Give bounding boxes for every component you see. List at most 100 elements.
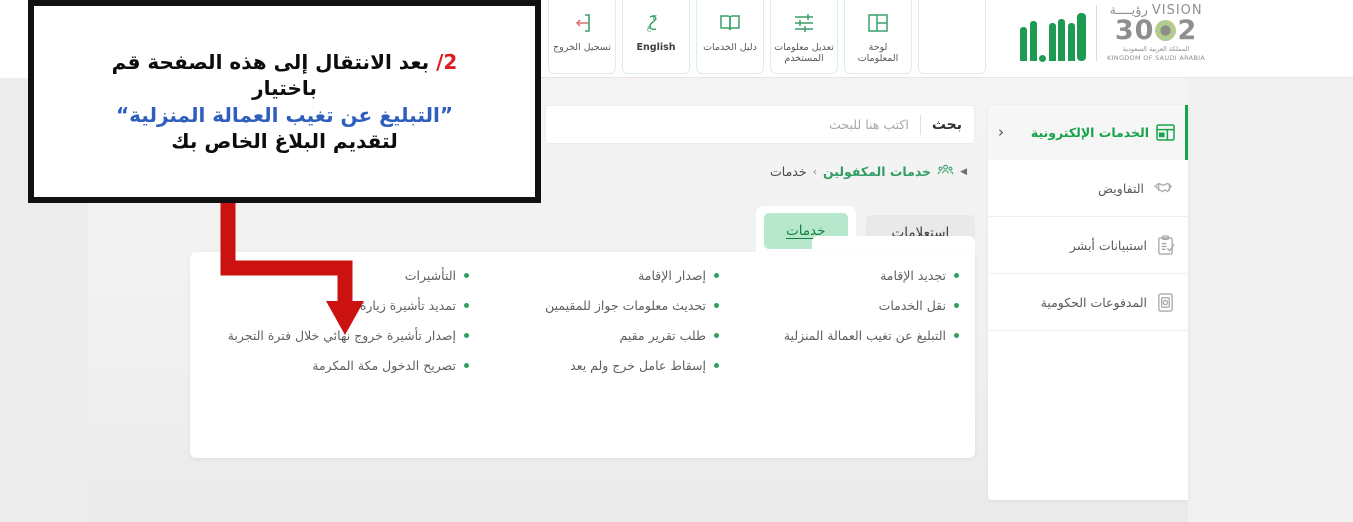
header-nav-tiles: تسجيل الخروج E ع English دليل الخدمات تع… (548, 0, 986, 74)
service-label: تمديد تأشيرة زيارة (359, 298, 456, 313)
bullet-icon (714, 363, 719, 368)
absher-bar-5 (1029, 20, 1037, 61)
nav-tile-edit-user-info-label: تعديل معلومات المستخدم (774, 42, 834, 65)
service-item-resident-report-request[interactable]: طلب تقرير مقيم (619, 328, 719, 343)
service-item-renew-residency[interactable]: تجديد الإقامة (880, 268, 959, 283)
nav-tile-logout[interactable]: تسجيل الخروج (548, 0, 616, 74)
breadcrumb: ◀ خدمات المكفولين › خدمات (770, 163, 967, 180)
service-label: نقل الخدمات (878, 298, 946, 313)
sidebar-item-delegations[interactable]: التفاويض (988, 160, 1188, 217)
search-bar[interactable]: بحث (545, 105, 975, 144)
absher-bar-4 (1048, 22, 1056, 61)
annotation-line-1: 2/ بعد الانتقال إلى هذه الصفحة قم (112, 49, 458, 75)
services-columns: تجديد الإقامة نقل الخدمات التبليغ عن تغي… (190, 268, 975, 373)
annotation-callout-box: 2/ بعد الانتقال إلى هذه الصفحة قم باختيا… (28, 0, 541, 203)
absher-bar-3 (1058, 18, 1065, 61)
search-input[interactable] (558, 117, 920, 132)
screen-root: تسجيل الخروج E ع English دليل الخدمات تع… (0, 0, 1353, 522)
service-label: التأشيرات (404, 268, 456, 283)
callout-left-cover (0, 0, 28, 78)
services-column-2: إصدار الإقامة تحديث معلومات جواز للمقيمي… (469, 268, 719, 373)
vision-subtitle-ar: المملكة العربية السعودية (1122, 45, 1190, 53)
breadcrumb-caret-icon: ◀ (960, 166, 967, 177)
sidebar-item-government-payments-label: المدفوعات الحكومية (1040, 294, 1147, 310)
nav-tile-services-guide[interactable]: دليل الخدمات (696, 0, 764, 74)
service-label: إصدار الإقامة (638, 268, 706, 283)
grid-panel-icon (1156, 124, 1175, 141)
bullet-icon (954, 303, 959, 308)
nav-tile-dashboard[interactable]: لوحة المعلومات (844, 0, 912, 74)
palm-swords-emblem-icon (1155, 20, 1177, 41)
service-label: إسقاط عامل خرج ولم يعد (570, 358, 706, 373)
sidebar-item-government-payments[interactable]: المدفوعات الحكومية (988, 274, 1188, 331)
nav-tile-edit-user-info[interactable]: تعديل معلومات المستخدم (770, 0, 838, 74)
vision-2030-logo: VISION رؤيــــة 2 30 المملكة العربية الس… (1107, 4, 1205, 61)
service-label: طلب تقرير مقيم (619, 328, 707, 343)
bullet-icon (464, 363, 469, 368)
users-group-icon (937, 163, 954, 180)
page-background-right (1188, 78, 1353, 522)
annotation-line-1-text: بعد الانتقال إلى هذه الصفحة قم (111, 49, 430, 74)
nav-tile-dashboard-label: لوحة المعلومات (857, 42, 899, 65)
book-icon (718, 6, 742, 40)
vision-subtitle-en: KINGDOM OF SAUDI ARABIA (1107, 53, 1206, 62)
svg-text:E: E (653, 14, 657, 22)
absher-bar-2 (1067, 22, 1075, 61)
service-label: إصدار تأشيرة خروج نهائي خلال فترة التجرب… (227, 328, 456, 343)
service-item-final-exit-visa-trial[interactable]: إصدار تأشيرة خروج نهائي خلال فترة التجرب… (228, 328, 469, 343)
sidebar-item-absher-surveys[interactable]: استبيانات أبشر (988, 217, 1188, 274)
service-item-extend-visit-visa[interactable]: تمديد تأشيرة زيارة (360, 298, 469, 313)
absher-bar-1 (1077, 12, 1086, 61)
bullet-icon (464, 273, 469, 278)
service-label: التبليغ عن تغيب العمالة المنزلية (783, 328, 946, 343)
service-label: تصريح الدخول مكة المكرمة (312, 358, 456, 373)
bullet-icon (954, 333, 959, 338)
annotation-line-2: باختيار (252, 76, 317, 101)
annotation-line-4: لتقديم البلاغ الخاص بك (171, 128, 398, 153)
breadcrumb-current: خدمات (770, 164, 807, 179)
services-column-1: التأشيرات تمديد تأشيرة زيارة إصدار تأشير… (219, 268, 469, 373)
nav-tile-language[interactable]: E ع English (622, 0, 690, 74)
sidebar-e-services-label: الخدمات الإلكترونية (1030, 125, 1149, 140)
breadcrumb-separator: › (812, 165, 817, 178)
search-button[interactable]: بحث (921, 117, 962, 133)
service-item-update-passport-info[interactable]: تحديث معلومات جواز للمقيمين (545, 298, 719, 313)
vision-num-left: 2 (1177, 15, 1198, 46)
sidebar-item-e-services[interactable]: الخدمات الإلكترونية ‹ (988, 105, 1188, 160)
language-icon: E ع (644, 6, 668, 40)
atm-cash-icon (1156, 292, 1175, 313)
nav-tile-blank[interactable] (918, 0, 986, 74)
sliders-icon (792, 6, 816, 40)
vision-num-right: 30 (1114, 15, 1155, 46)
nav-tile-language-label: English (636, 42, 676, 53)
bullet-icon (714, 273, 719, 278)
logout-icon (570, 6, 594, 40)
bullet-icon (714, 333, 719, 338)
service-item-drop-absent-worker[interactable]: إسقاط عامل خرج ولم يعد (570, 358, 719, 373)
bullet-icon (464, 303, 469, 308)
handshake-icon (1153, 179, 1175, 197)
clipboard-check-icon (1156, 234, 1175, 256)
sidebar-item-delegations-label: التفاويض (1097, 180, 1144, 196)
nav-tile-services-guide-label: دليل الخدمات (703, 42, 757, 53)
logo-zone: VISION رؤيــــة 2 30 المملكة العربية الس… (1020, 4, 1205, 62)
absher-bar-6 (1020, 26, 1027, 61)
service-item-transfer-services[interactable]: نقل الخدمات (879, 298, 959, 313)
services-column-3: تجديد الإقامة نقل الخدمات التبليغ عن تغي… (719, 268, 959, 373)
sidebar-item-absher-surveys-label: استبيانات أبشر (1069, 237, 1147, 253)
absher-logo (1020, 4, 1097, 62)
breadcrumb-link-sponsored-services[interactable]: خدمات المكفولين (823, 164, 931, 179)
service-item-visas[interactable]: التأشيرات (405, 268, 469, 283)
service-item-report-domestic-worker-absence[interactable]: التبليغ عن تغيب العمالة المنزلية (784, 328, 959, 343)
nav-tile-logout-label: تسجيل الخروج (553, 42, 611, 53)
vision-number: 2 30 (1115, 17, 1197, 44)
dashboard-icon (866, 6, 890, 40)
bullet-icon (714, 303, 719, 308)
service-item-makkah-entry-permit[interactable]: تصريح الدخول مكة المكرمة (312, 358, 469, 373)
annotation-line-3-highlight: ”التبليغ عن تغيب العمالة المنزلية“ (116, 102, 454, 127)
service-label: تحديث معلومات جواز للمقيمين (545, 298, 706, 313)
absher-dot (1039, 54, 1046, 62)
right-sidebar: الخدمات الإلكترونية ‹ التفاويض استبيانات… (988, 105, 1188, 500)
chevron-left-icon[interactable]: ‹ (998, 125, 1004, 140)
service-item-issue-residency[interactable]: إصدار الإقامة (638, 268, 719, 283)
